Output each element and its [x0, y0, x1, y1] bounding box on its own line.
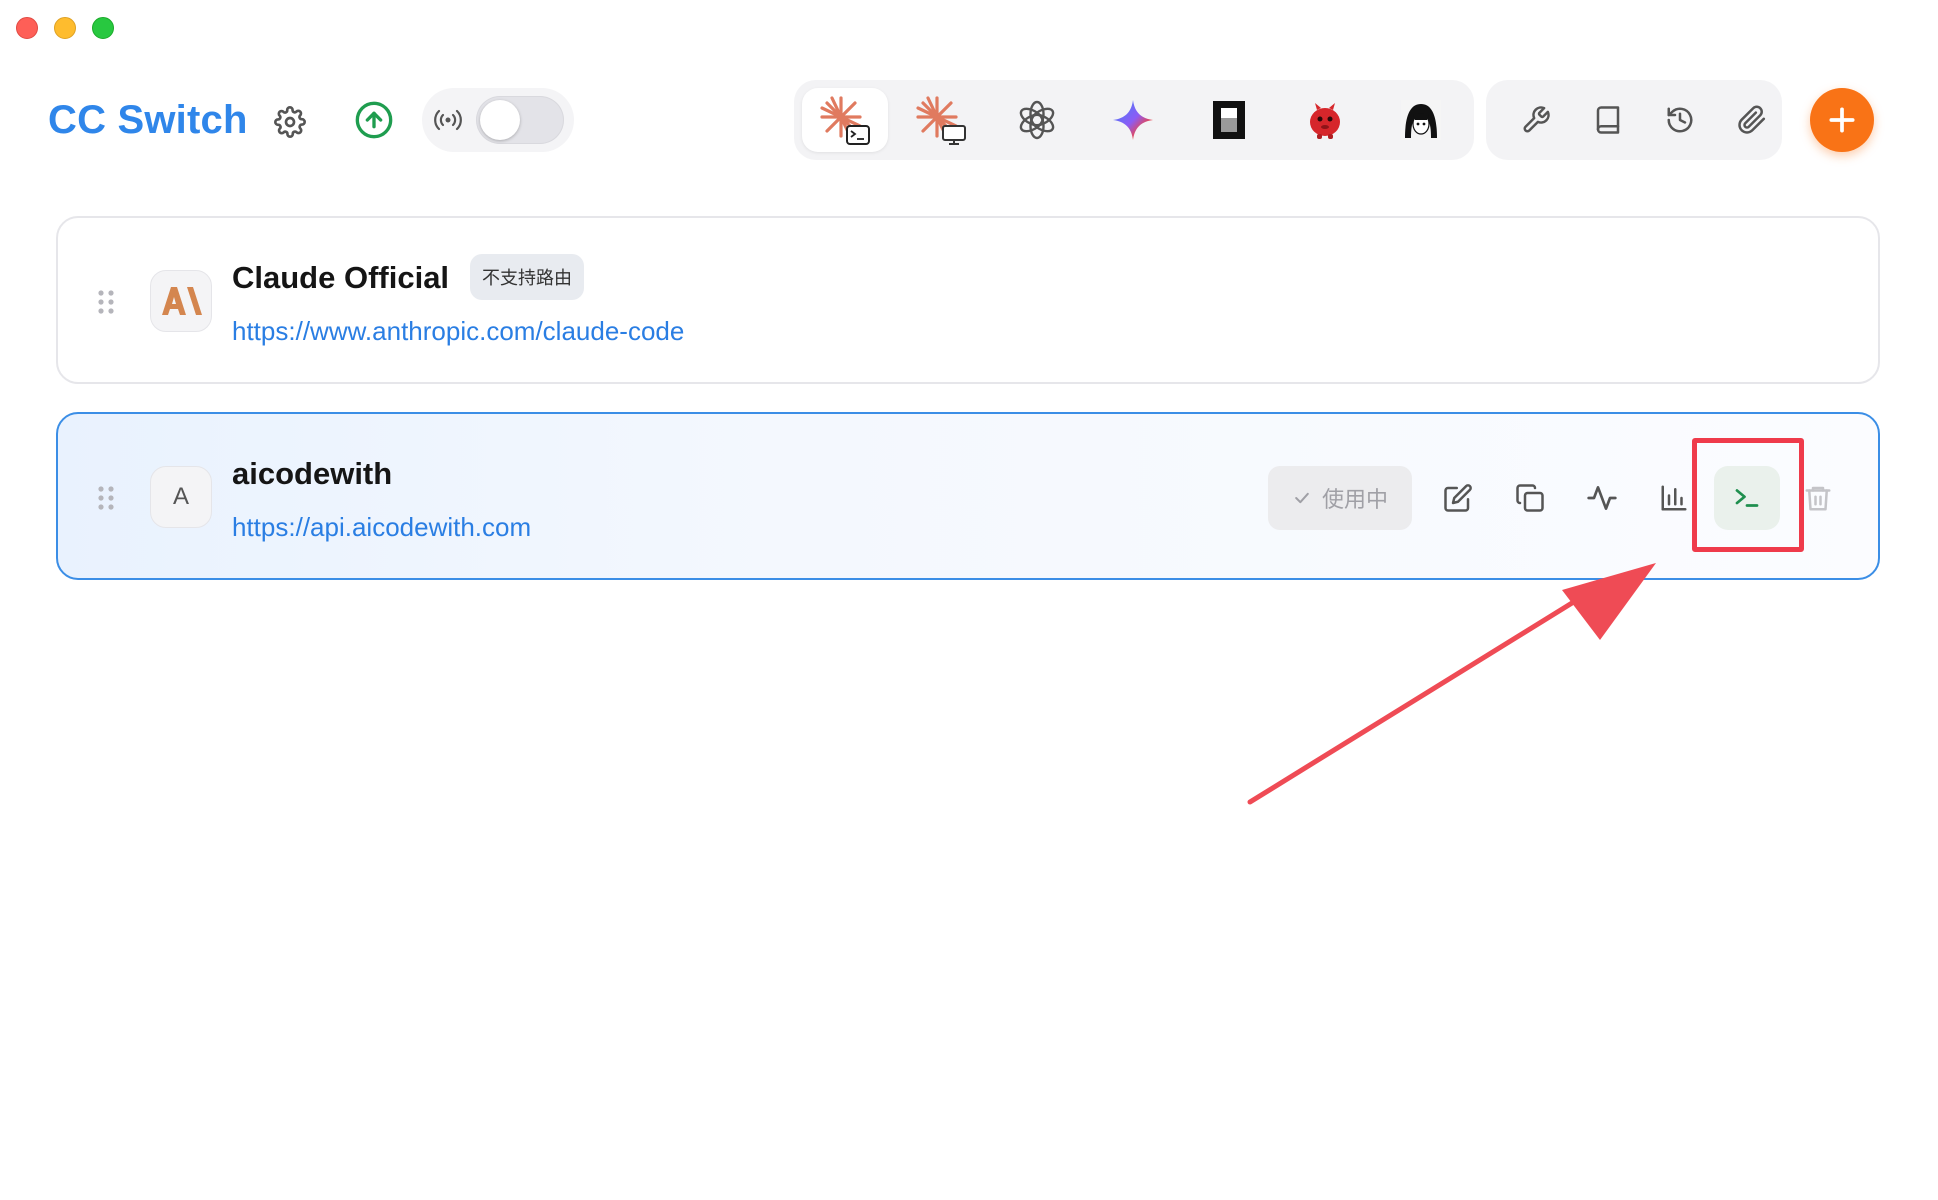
annotation-highlight-box — [1692, 438, 1804, 552]
app-title: CC Switch — [48, 98, 248, 142]
usage-stats-button[interactable] — [1650, 474, 1698, 522]
app-tab-claude-code[interactable] — [802, 88, 888, 152]
bar-chart-icon — [1661, 485, 1687, 511]
trash-icon — [1805, 486, 1831, 511]
provider-url-link[interactable]: https://www.anthropic.com/claude-code — [232, 314, 684, 348]
close-window-button[interactable] — [16, 17, 38, 39]
drag-handle-icon[interactable] — [96, 484, 116, 512]
routing-badge: 不支持路由 — [470, 254, 584, 300]
zoom-window-button[interactable] — [92, 17, 114, 39]
tools-button[interactable] — [1512, 96, 1560, 144]
claude-terminal-icon — [820, 96, 870, 145]
opencode-icon — [1213, 101, 1245, 139]
provider-card-active[interactable]: A aicodewith https://api.aicodewith.com … — [56, 412, 1880, 580]
app-tab-claude-desktop[interactable] — [898, 88, 984, 152]
drag-handle-icon[interactable] — [96, 288, 116, 316]
copy-icon — [1516, 484, 1544, 512]
attachments-button[interactable] — [1728, 96, 1776, 144]
app-tab-openai[interactable] — [994, 88, 1080, 152]
gemini-icon — [1113, 100, 1153, 140]
proxy-toggle-knob — [480, 100, 520, 140]
proxy-toggle[interactable] — [476, 96, 564, 144]
book-icon — [1596, 106, 1620, 134]
annotation-arrow — [1247, 563, 1656, 805]
update-button[interactable] — [352, 98, 396, 142]
app-tab-opencode[interactable] — [1186, 88, 1272, 152]
add-provider-button[interactable] — [1810, 88, 1874, 152]
plus-icon — [1829, 107, 1855, 133]
openai-icon — [1019, 100, 1055, 140]
duplicate-button[interactable] — [1506, 474, 1554, 522]
upload-circle-icon — [355, 101, 393, 139]
provider-url-link[interactable]: https://api.aicodewith.com — [232, 510, 531, 544]
edit-button[interactable] — [1434, 474, 1482, 522]
window-controls — [16, 17, 114, 39]
anthropic-logo-icon — [162, 287, 202, 315]
history-button[interactable] — [1656, 96, 1704, 144]
docs-button[interactable] — [1584, 96, 1632, 144]
paperclip-icon — [1738, 105, 1766, 134]
in-use-label: 使用中 — [1321, 487, 1388, 512]
settings-button[interactable] — [268, 100, 312, 144]
check-icon — [1295, 492, 1309, 504]
app-tab-red-creature[interactable] — [1282, 88, 1368, 152]
proxy-control — [422, 88, 574, 152]
app-tab-anime-avatar[interactable] — [1378, 88, 1464, 152]
in-use-button[interactable]: 使用中 — [1268, 466, 1412, 530]
edit-icon — [1444, 484, 1472, 512]
red-creature-icon — [1310, 103, 1340, 139]
history-icon — [1667, 107, 1693, 133]
provider-avatar — [150, 270, 212, 332]
tools-toolbar — [1486, 80, 1782, 160]
provider-name: aicodewith — [232, 456, 393, 491]
provider-name: Claude Official — [232, 260, 450, 295]
app-tab-gemini[interactable] — [1090, 88, 1176, 152]
anime-avatar-icon — [1401, 100, 1441, 140]
provider-card[interactable]: Claude Official 不支持路由 https://www.anthro… — [56, 216, 1880, 384]
wrench-icon — [1523, 106, 1550, 133]
speed-test-button[interactable] — [1578, 474, 1626, 522]
broadcast-icon — [434, 109, 462, 131]
minimize-window-button[interactable] — [54, 17, 76, 39]
provider-avatar: A — [150, 466, 212, 528]
activity-icon — [1587, 486, 1617, 510]
app-window: CC Switch Claude Official 不支持路由 https://… — [0, 0, 1938, 1200]
gear-icon — [274, 106, 306, 138]
claude-desktop-icon — [916, 96, 966, 145]
avatar-letter: A — [172, 483, 189, 510]
app-selector — [794, 80, 1474, 160]
